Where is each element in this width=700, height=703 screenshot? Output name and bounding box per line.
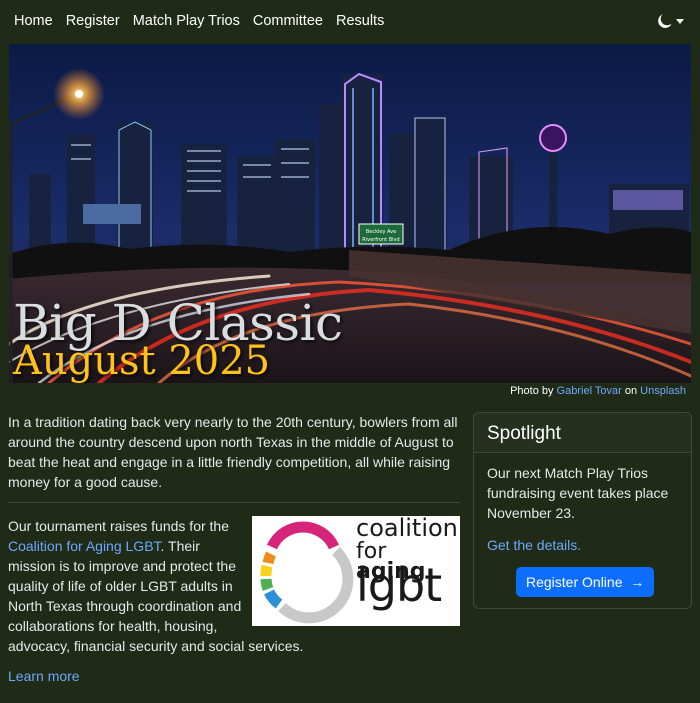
mission-text-before: Our tournament raises funds for the <box>8 518 229 534</box>
coalition-link[interactable]: Coalition for Aging LGBT <box>8 538 161 554</box>
nav-match-play-trios[interactable]: Match Play Trios <box>133 11 240 32</box>
credit-on: on <box>624 385 638 397</box>
divider <box>8 502 460 503</box>
register-online-button[interactable]: Register Online → <box>516 567 655 597</box>
credit-author-link[interactable]: Gabriel Tovar <box>557 385 622 397</box>
credit-site-link[interactable]: Unsplash <box>640 385 686 397</box>
nav-home[interactable]: Home <box>14 11 53 32</box>
arrow-right-icon: → <box>626 574 645 590</box>
chevron-down-icon <box>676 19 684 24</box>
register-online-label: Register Online <box>526 574 623 590</box>
hero-banner: Beckley Ave Riverfront Blvd Big D Classi… <box>9 44 691 383</box>
sign-text-2: Riverfront Blvd <box>362 237 399 243</box>
coalition-logo: coalition for aging lgbt <box>252 516 460 626</box>
intro-paragraph: In a tradition dating back very nearly t… <box>8 414 458 490</box>
theme-toggle-button[interactable] <box>657 14 684 29</box>
logo-line3: lgbt <box>356 558 442 612</box>
spotlight-body: Our next Match Play Trios fundraising ev… <box>474 453 691 607</box>
get-details-link[interactable]: Get the details. <box>487 535 678 555</box>
mission-section: coalition for aging lgbt Our tournament … <box>8 516 460 656</box>
sign-text-1: Beckley Ave <box>366 229 396 235</box>
spotlight-title: Spotlight <box>474 413 691 453</box>
nav-register[interactable]: Register <box>66 11 120 32</box>
photo-credit: Photo by Gabriel Tovar on Unsplash <box>510 384 686 400</box>
credit-prefix: Photo by <box>510 385 554 397</box>
logo-ring-icon <box>260 521 354 624</box>
learn-more-link[interactable]: Learn more <box>8 666 80 686</box>
moon-icon <box>658 14 672 28</box>
hero-subtitle: August 2025 <box>13 338 271 383</box>
nav-committee[interactable]: Committee <box>253 11 323 32</box>
navbar: Home Register Match Play Trios Committee… <box>0 0 700 44</box>
spotlight-card: Spotlight Our next Match Play Trios fund… <box>473 412 692 609</box>
logo-line1: coalition <box>356 514 458 542</box>
spotlight-text: Our next Match Play Trios fundraising ev… <box>487 465 669 521</box>
nav-results[interactable]: Results <box>336 11 384 32</box>
